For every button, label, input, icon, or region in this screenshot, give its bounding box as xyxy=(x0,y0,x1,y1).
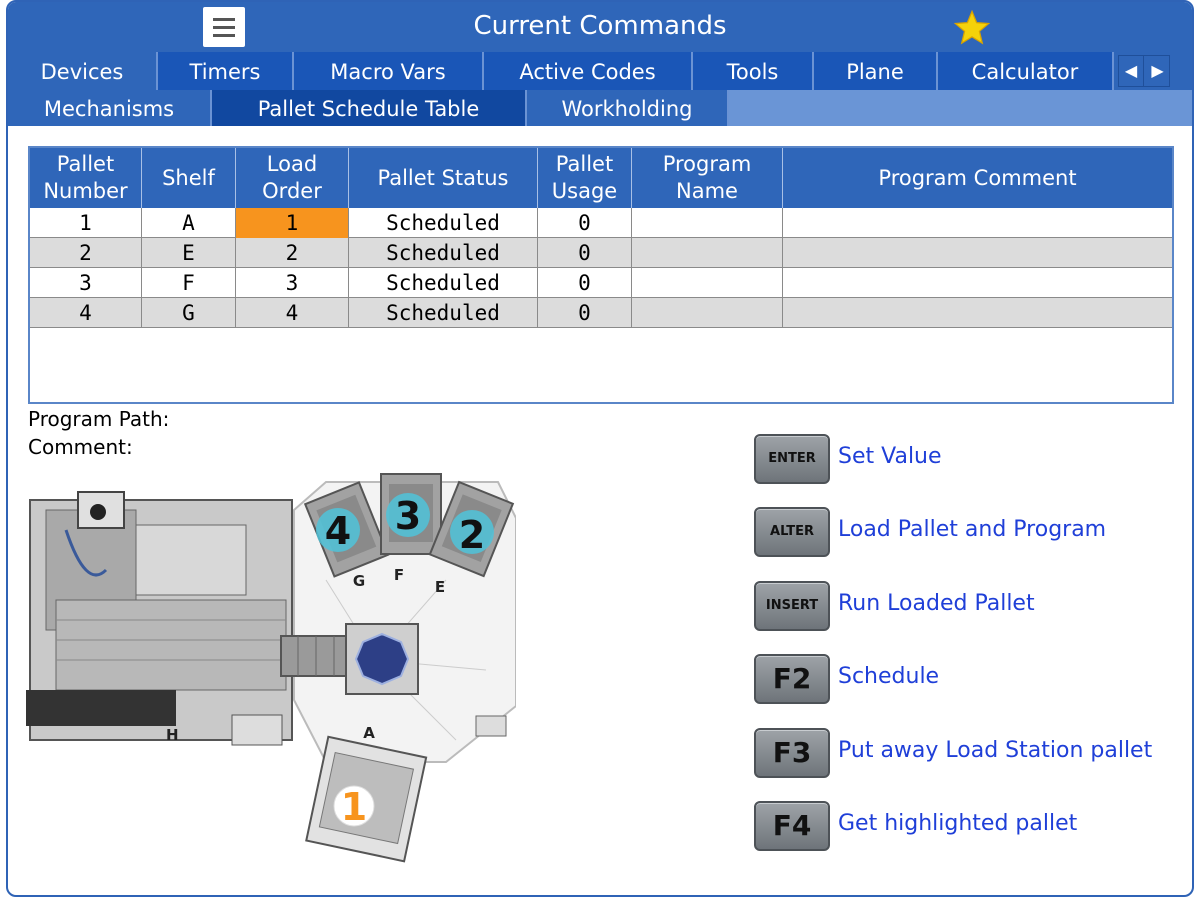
table-cell[interactable] xyxy=(632,268,783,298)
table-row[interactable]: 3 F 3 Scheduled 0 xyxy=(30,268,1172,298)
f4-key[interactable]: F4 xyxy=(754,801,830,851)
get-highlighted-pallet-label: Get highlighted pallet xyxy=(838,811,1078,836)
table-cell[interactable] xyxy=(632,298,783,328)
secondary-tab-bar: Mechanisms Pallet Schedule Table Workhol… xyxy=(8,90,1192,126)
tab-devices[interactable]: Devices xyxy=(8,52,158,90)
tab-timers[interactable]: Timers xyxy=(158,52,294,90)
table-row[interactable]: 4 G 4 Scheduled 0 xyxy=(30,298,1172,328)
load-pallet-program-label: Load Pallet and Program xyxy=(838,517,1107,542)
table-header: Pallet Number Shelf Load Order Pallet St… xyxy=(30,148,1172,208)
table-cell[interactable]: Scheduled xyxy=(349,298,538,328)
put-away-pallet-label: Put away Load Station pallet xyxy=(838,738,1153,763)
pallet-number-label: 1 xyxy=(341,785,367,829)
pallet-schedule-table: Pallet Number Shelf Load Order Pallet St… xyxy=(28,146,1174,404)
table-cell[interactable] xyxy=(783,238,1172,268)
table-cell[interactable] xyxy=(783,268,1172,298)
enter-key[interactable]: ENTER xyxy=(754,434,830,484)
table-cell[interactable]: 2 xyxy=(236,238,349,268)
window-title: Current Commands xyxy=(473,11,727,41)
shelf-letter: E xyxy=(435,578,445,596)
run-loaded-pallet-label: Run Loaded Pallet xyxy=(838,591,1035,616)
column-header: Pallet Status xyxy=(349,148,538,208)
comment-label: Comment: xyxy=(28,435,133,459)
table-cell[interactable]: 4 xyxy=(30,298,142,328)
tab-active-codes[interactable]: Active Codes xyxy=(484,52,693,90)
tab-scroll-arrows: ◀ ▶ xyxy=(1118,55,1170,87)
table-cell[interactable]: 4 xyxy=(236,298,349,328)
tab-pallet-schedule-table[interactable]: Pallet Schedule Table xyxy=(212,90,527,126)
table-cell[interactable]: 0 xyxy=(538,238,632,268)
table-row[interactable]: 2 E 2 Scheduled 0 xyxy=(30,238,1172,268)
star-icon[interactable] xyxy=(953,9,991,47)
program-path-label: Program Path: xyxy=(28,407,170,431)
pallet-pool-illustration: H 4 3 2 G F E A 1 xyxy=(26,473,516,863)
tab-plane[interactable]: Plane xyxy=(814,52,938,90)
shelf-letter: G xyxy=(353,572,365,590)
table-cell[interactable]: G xyxy=(142,298,236,328)
tab-mechanisms[interactable]: Mechanisms xyxy=(8,90,212,126)
title-bar: Current Commands xyxy=(8,2,1192,52)
column-header: Load Order xyxy=(236,148,349,208)
schedule-label: Schedule xyxy=(838,664,940,689)
table-cell[interactable] xyxy=(783,208,1172,238)
table-cell[interactable] xyxy=(632,238,783,268)
table-cell[interactable]: 3 xyxy=(30,268,142,298)
table-cell[interactable]: Scheduled xyxy=(349,208,538,238)
set-value-label: Set Value xyxy=(838,444,942,469)
pallet-number-label: 2 xyxy=(459,513,485,557)
tab-calculator[interactable]: Calculator xyxy=(938,52,1114,90)
table-cell[interactable]: Scheduled xyxy=(349,238,538,268)
column-header: Program Name xyxy=(632,148,783,208)
column-header: Program Comment xyxy=(878,165,1077,190)
tab-macro-vars[interactable]: Macro Vars xyxy=(294,52,484,90)
insert-key[interactable]: INSERT xyxy=(754,581,830,631)
current-commands-window: Current Commands Devices Timers Macro Va… xyxy=(6,0,1194,897)
table-cell[interactable]: 2 xyxy=(30,238,142,268)
column-header: Shelf xyxy=(142,148,236,208)
selected-cell[interactable]: 1 xyxy=(236,208,349,238)
table-cell[interactable]: 3 xyxy=(236,268,349,298)
f3-key[interactable]: F3 xyxy=(754,728,830,778)
table-cell[interactable]: F xyxy=(142,268,236,298)
pallet-number-label: 3 xyxy=(395,494,421,538)
f2-key[interactable]: F2 xyxy=(754,654,830,704)
table-row[interactable]: 1 A 1 Scheduled 0 xyxy=(30,208,1172,238)
table-cell[interactable]: Scheduled xyxy=(349,268,538,298)
table-cell[interactable]: E xyxy=(142,238,236,268)
column-header: Pallet Usage xyxy=(538,148,632,208)
table-cell[interactable] xyxy=(783,298,1172,328)
table-cell[interactable]: 1 xyxy=(30,208,142,238)
shelf-letter: A xyxy=(363,724,375,742)
column-header: Pallet Number xyxy=(30,148,142,208)
alter-key[interactable]: ALTER xyxy=(754,507,830,557)
table-cell[interactable] xyxy=(632,208,783,238)
table-cell[interactable]: 0 xyxy=(538,208,632,238)
table-cell[interactable]: 0 xyxy=(538,268,632,298)
table-cell[interactable]: A xyxy=(142,208,236,238)
tab-workholding[interactable]: Workholding xyxy=(527,90,729,126)
table-cell[interactable]: 0 xyxy=(538,298,632,328)
arrow-left-icon[interactable]: ◀ xyxy=(1119,56,1144,86)
shelf-letter: F xyxy=(394,566,404,584)
primary-tab-bar: Devices Timers Macro Vars Active Codes T… xyxy=(8,52,1192,90)
tab-tools[interactable]: Tools xyxy=(693,52,814,90)
pallet-number-label: 4 xyxy=(325,509,351,553)
shelf-letter: H xyxy=(166,726,179,744)
arrow-right-icon[interactable]: ▶ xyxy=(1145,56,1170,86)
